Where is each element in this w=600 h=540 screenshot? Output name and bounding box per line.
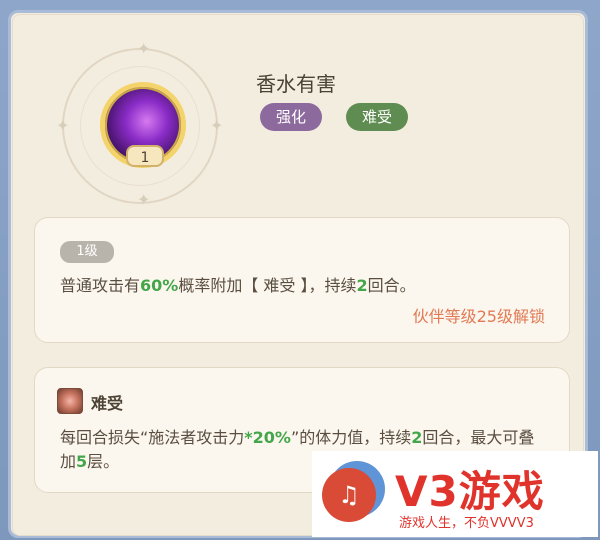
skill-level-card: 1级 普通攻击有60%概率附加【 难受 】，持续2回合。 伙伴等级25级解锁 xyxy=(34,217,570,343)
sparkle-icon: ✦ xyxy=(210,116,224,135)
tag-debuff: 难受 xyxy=(346,103,409,131)
sparkle-icon: ✦ xyxy=(137,39,151,58)
skill-name: 香水有害 xyxy=(256,72,336,96)
level-label: 1级 xyxy=(60,241,114,263)
skill-level-badge: 1 xyxy=(126,145,164,167)
debuff-name: 难受 xyxy=(91,394,124,413)
sparkle-icon: ✦ xyxy=(56,116,70,135)
debuff-icon xyxy=(57,388,83,414)
unlock-condition: 伙伴等级25级解锁 xyxy=(412,307,545,326)
watermark-slogan: 游戏人生，不负VVVV3 xyxy=(399,516,534,531)
sparkle-icon: ✦ xyxy=(137,190,151,209)
music-note-icon: ♫ xyxy=(322,468,376,522)
watermark-brand: V3游戏 xyxy=(395,467,545,516)
level-description: 普通攻击有60%概率附加【 难受 】，持续2回合。 xyxy=(60,276,416,295)
tag-enhance: 强化 xyxy=(260,103,323,131)
